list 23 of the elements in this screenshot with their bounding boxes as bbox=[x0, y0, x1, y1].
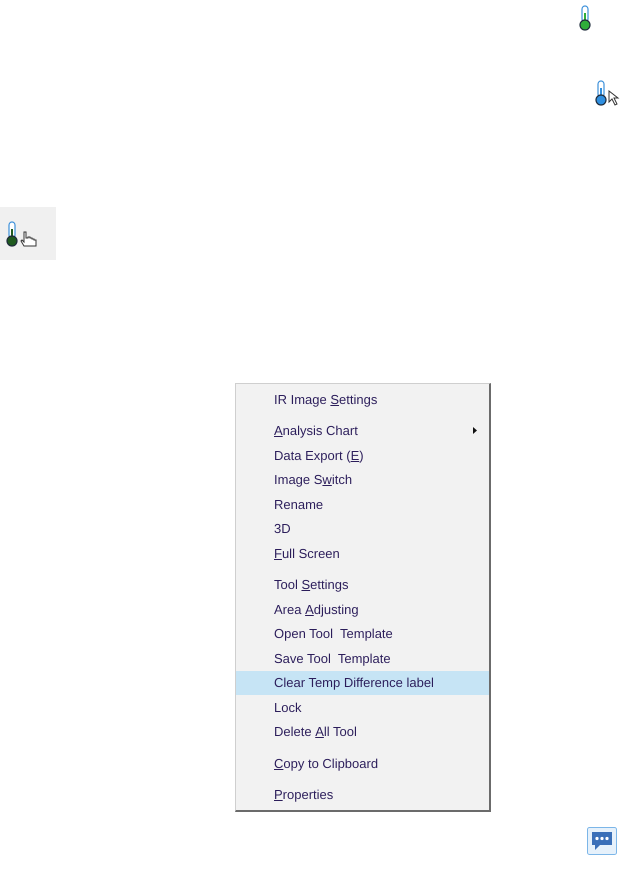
menu-item[interactable]: Area Adjusting bbox=[236, 597, 489, 622]
menu-item[interactable]: Save Tool Template bbox=[236, 646, 489, 670]
chat-bubble-icon bbox=[587, 827, 617, 855]
tool-button[interactable] bbox=[0, 207, 56, 260]
menu-item[interactable]: Rename bbox=[236, 492, 489, 516]
menu-item[interactable]: Image Switch bbox=[236, 468, 489, 492]
menu-item[interactable]: Open Tool Template bbox=[236, 622, 489, 646]
thermometer-icon bbox=[578, 5, 592, 31]
menu-item[interactable]: Delete All Tool bbox=[236, 720, 489, 744]
cursor-arrow-icon bbox=[608, 90, 620, 106]
menu-item[interactable]: Full Screen bbox=[236, 541, 489, 566]
thermometer-icon bbox=[594, 80, 608, 106]
menu-item[interactable]: Analysis Chart bbox=[236, 418, 489, 443]
menu-item[interactable]: Copy to Clipboard bbox=[236, 751, 489, 776]
menu-item[interactable]: Properties bbox=[236, 782, 489, 807]
menu-item[interactable]: Tool Settings bbox=[236, 572, 489, 597]
menu-item[interactable]: Data Export (E) bbox=[236, 443, 489, 468]
menu-item[interactable]: Lock bbox=[236, 695, 489, 720]
menu-item[interactable]: IR Image Settings bbox=[236, 387, 489, 412]
thermometer-icon bbox=[5, 220, 19, 246]
menu-item[interactable]: Clear Temp Difference label bbox=[236, 670, 489, 695]
hand-pointer-icon bbox=[19, 230, 39, 248]
menu-item[interactable]: 3D bbox=[236, 516, 489, 541]
